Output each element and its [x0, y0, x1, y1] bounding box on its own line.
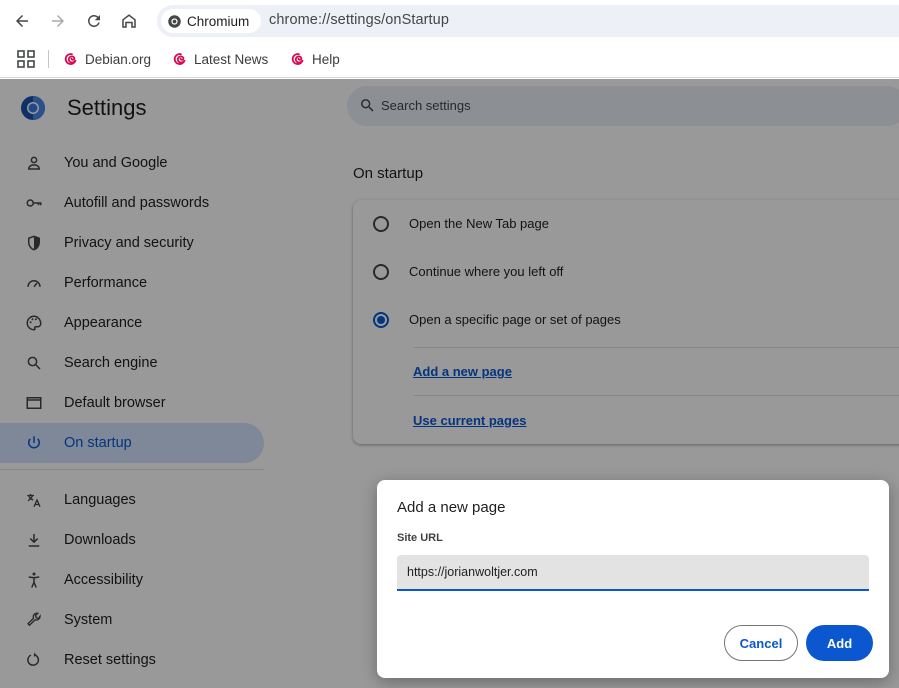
forward-button[interactable]: [43, 7, 73, 35]
bookmarks-bar: Debian.org Latest News Help: [0, 42, 899, 78]
bookmarks-separator: [48, 50, 49, 68]
dialog-title: Add a new page: [397, 499, 506, 516]
site-url-input[interactable]: [397, 555, 869, 591]
debian-swirl-icon: [173, 53, 186, 65]
debian-swirl-icon: [64, 53, 77, 65]
bookmark-latest-news[interactable]: Latest News: [172, 48, 268, 70]
bookmark-label: Help: [312, 51, 340, 67]
browser-toolbar: Chromium chrome://settings/onStartup: [0, 0, 899, 42]
back-arrow-icon: [16, 15, 28, 27]
apps-grid-icon[interactable]: [17, 50, 35, 68]
reload-icon: [87, 14, 100, 27]
reload-button[interactable]: [79, 7, 109, 35]
bookmark-label: Debian.org: [85, 51, 152, 67]
home-button[interactable]: [114, 7, 144, 35]
url-text[interactable]: chrome://settings/onStartup: [269, 12, 449, 28]
site-chip-label: Chromium: [187, 13, 250, 29]
home-icon: [122, 14, 136, 28]
bookmark-label: Latest News: [194, 51, 269, 67]
back-button[interactable]: [7, 7, 37, 35]
cancel-button[interactable]: Cancel: [724, 625, 798, 661]
debian-swirl-icon: [291, 53, 304, 65]
site-url-label: Site URL: [397, 532, 443, 544]
add-button[interactable]: Add: [806, 625, 873, 661]
address-bar[interactable]: Chromium chrome://settings/onStartup: [157, 5, 899, 37]
bookmark-debian[interactable]: Debian.org: [63, 48, 151, 70]
chromium-icon: [168, 14, 181, 28]
add-page-dialog: Add a new page Site URL Cancel Add: [377, 480, 889, 678]
bookmark-help[interactable]: Help: [290, 48, 340, 70]
site-chip[interactable]: Chromium: [161, 9, 261, 33]
forward-arrow-icon: [52, 15, 64, 27]
